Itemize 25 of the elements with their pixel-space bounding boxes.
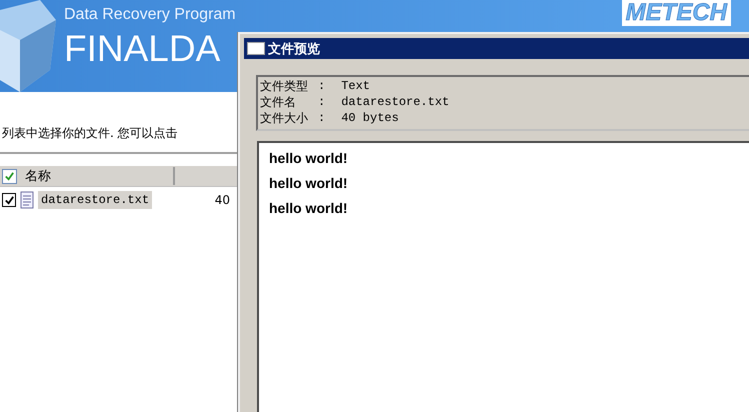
app-subtitle: Data Recovery Program	[64, 6, 236, 24]
window-title: 文件预览	[268, 40, 320, 58]
info-label: 文件大小	[260, 110, 309, 126]
cube-logo-icon	[0, 0, 56, 92]
document-icon	[20, 191, 34, 209]
select-all-checkbox[interactable]	[2, 168, 17, 184]
info-separator: :	[318, 110, 326, 126]
app-title: FINALDA	[64, 27, 222, 71]
file-name[interactable]: datarestore.txt	[38, 191, 152, 209]
company-logo: METECH	[622, 0, 731, 26]
info-separator: :	[318, 94, 326, 110]
instruction-text: 列表中选择你的文件. 您可以点击	[2, 125, 179, 142]
info-value: 40 bytes	[341, 110, 399, 126]
info-separator: :	[318, 78, 326, 94]
info-label: 文件名	[260, 94, 297, 110]
info-label: 文件类型	[260, 78, 309, 94]
file-size: 40	[214, 193, 230, 207]
preview-line: hello world!	[269, 174, 349, 193]
column-header[interactable]: 名称	[25, 167, 175, 185]
info-value: Text	[341, 78, 370, 94]
preview-line: hello world!	[269, 149, 349, 168]
preview-line: hello world!	[269, 199, 349, 218]
window-icon	[247, 42, 265, 55]
info-value: datarestore.txt	[341, 94, 450, 110]
row-checkbox[interactable]	[2, 193, 16, 207]
